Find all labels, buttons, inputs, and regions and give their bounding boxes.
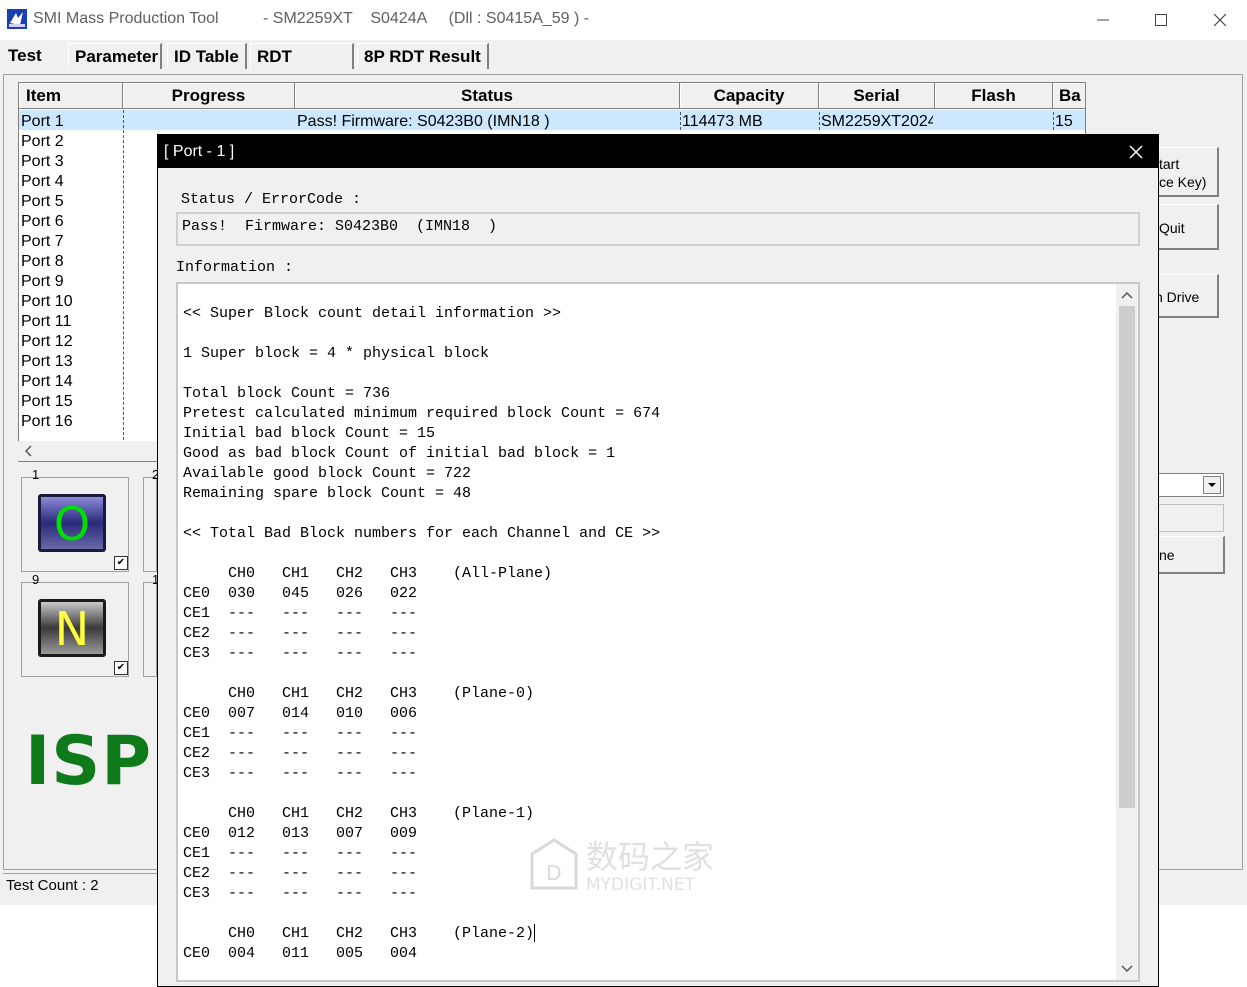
tab-rdt-result[interactable]: RDT Result (250, 43, 354, 92)
list-item-port-15[interactable]: Port 15 (21, 392, 73, 412)
window-title: SMI Mass Production Tool - SM2259XT S042… (33, 10, 590, 27)
lower-right-button-label: ne (1159, 547, 1175, 563)
maximize-button[interactable] (1141, 6, 1181, 34)
list-item-port-2[interactable]: Port 2 (21, 132, 64, 152)
app-icon (7, 9, 27, 29)
dialog-title-bar: [ Port - 1 ] (158, 135, 1158, 168)
col-header-status[interactable]: Status (295, 83, 680, 109)
port-9-checkbox[interactable]: ✔ (114, 661, 128, 675)
tab-bar: Test Parameter ID Table RDT Result 8P RD… (0, 40, 1247, 92)
scrollbar-thumb[interactable] (1119, 306, 1135, 808)
title-bar: SMI Mass Production Tool - SM2259XT S042… (0, 0, 1247, 40)
test-count-status: Test Count : 2 (3, 873, 166, 898)
list-item-port-5[interactable]: Port 5 (21, 192, 64, 212)
watermark-logo: D 数码之家 MYDIGIT.NET (526, 834, 726, 896)
dialog-close-button[interactable] (1120, 135, 1152, 168)
list-item-port-10[interactable]: Port 10 (21, 292, 73, 312)
port-tile-2[interactable] (143, 477, 157, 572)
port-1-status-image: O (36, 492, 108, 554)
minimize-button[interactable] (1083, 6, 1123, 34)
cell-divider (680, 112, 681, 130)
start-button-sublabel: ce Key) (1159, 174, 1207, 190)
scroll-up-icon (1121, 291, 1133, 299)
port-tile-1[interactable]: O ✔ (21, 477, 129, 572)
vertical-scrollbar[interactable] (1116, 284, 1138, 980)
port-1-serial: SM2259XT2024 (821, 113, 933, 130)
close-icon (1129, 145, 1143, 159)
cell-divider (1053, 112, 1054, 130)
text-caret (534, 924, 536, 943)
col-header-progress[interactable]: Progress (123, 83, 295, 109)
svg-text:数码之家: 数码之家 (586, 838, 714, 876)
quit-button-label: Quit (1159, 220, 1185, 236)
status-errorcode-field[interactable]: Pass! Firmware: S0423B0 (IMN18 ) (176, 212, 1140, 246)
isp-label: ISP (25, 722, 153, 801)
drive-button-label: n Drive (1155, 289, 1200, 305)
tab-test[interactable]: Test (2, 43, 68, 69)
dialog-title: [ Port - 1 ] (164, 143, 235, 160)
port-9-status-image: N (36, 597, 108, 659)
col-header-ba[interactable]: Ba (1053, 83, 1085, 109)
list-item-port-1[interactable]: Port 1 (21, 112, 64, 132)
list-item-port-16[interactable]: Port 16 (21, 412, 73, 432)
port-tile-number: 1 (32, 467, 40, 482)
port-tile-10[interactable] (143, 582, 157, 677)
col-header-serial[interactable]: Serial (819, 83, 935, 109)
list-item-port-13[interactable]: Port 13 (21, 352, 73, 372)
scroll-down-icon (1121, 965, 1133, 973)
port-tile-number: 9 (32, 572, 40, 587)
tab-parameter[interactable]: Parameter (68, 43, 162, 69)
horizontal-scrollbar[interactable] (18, 441, 158, 461)
port-1-capacity: 114473 MB (682, 113, 763, 130)
list-item-port-12[interactable]: Port 12 (21, 332, 73, 352)
port-1-status: Pass! Firmware: S0423B0 (IMN18 ) (297, 113, 550, 130)
tile-letter: N (55, 602, 89, 656)
tab-id-table[interactable]: ID Table (167, 43, 247, 69)
list-item-port-9[interactable]: Port 9 (21, 272, 64, 292)
tab-8p-rdt-result[interactable]: 8P RDT Result (357, 43, 489, 69)
list-item-port-11[interactable]: Port 11 (21, 312, 71, 332)
list-item-port-14[interactable]: Port 14 (21, 372, 73, 392)
col-header-flash[interactable]: Flash (935, 83, 1053, 109)
svg-text:MYDIGIT.NET: MYDIGIT.NET (586, 875, 696, 895)
scroll-left-icon (24, 445, 32, 457)
col-header-item[interactable]: Item (19, 83, 123, 109)
svg-text:D: D (546, 861, 561, 885)
port-1-checkbox[interactable]: ✔ (114, 556, 128, 570)
list-item-port-7[interactable]: Port 7 (21, 232, 64, 252)
status-errorcode-label: Status / ErrorCode : (181, 191, 362, 208)
cell-divider (819, 112, 820, 130)
chevron-down-icon[interactable] (1203, 476, 1221, 494)
start-button-label: tart (1159, 156, 1180, 172)
list-item-port-3[interactable]: Port 3 (21, 152, 64, 172)
list-item-port-8[interactable]: Port 8 (21, 252, 64, 272)
list-item-port-6[interactable]: Port 6 (21, 212, 64, 232)
tile-letter: O (54, 497, 90, 551)
col-header-capacity[interactable]: Capacity (680, 83, 819, 109)
port-1-ba: 15 (1055, 113, 1073, 130)
information-label: Information : (176, 259, 294, 276)
list-item-port-4[interactable]: Port 4 (21, 172, 64, 192)
port-tile-9[interactable]: N ✔ (21, 582, 129, 677)
column-divider (123, 110, 124, 440)
window-close-button[interactable] (1200, 6, 1240, 34)
